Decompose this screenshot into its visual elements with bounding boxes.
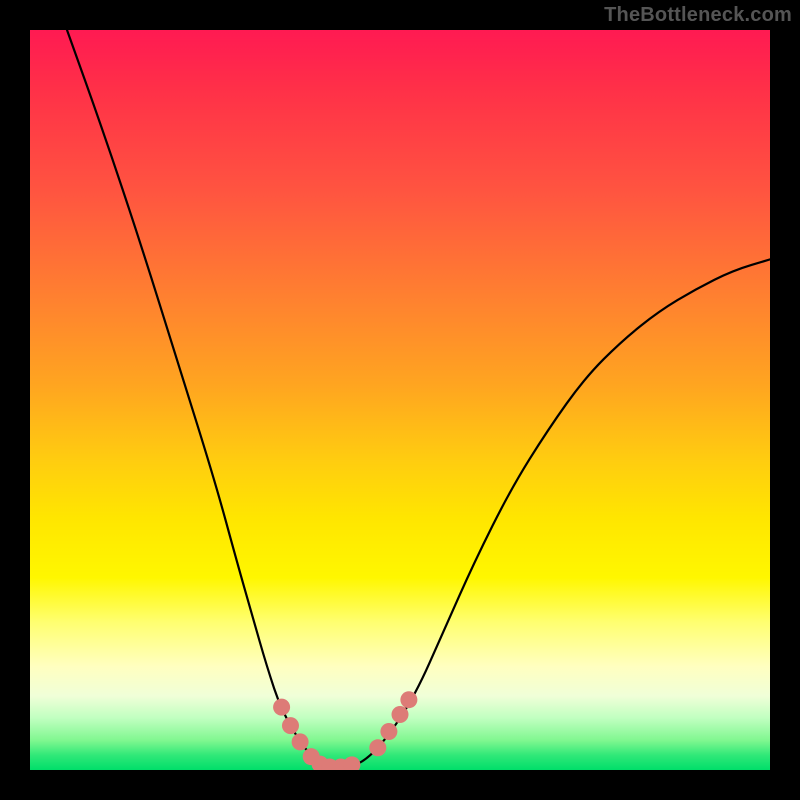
watermark-text: TheBottleneck.com — [604, 4, 792, 27]
valley-dot — [273, 699, 290, 716]
valley-dots-group — [273, 691, 417, 770]
valley-dot — [343, 756, 360, 770]
valley-dot — [282, 717, 299, 734]
valley-dot — [292, 733, 309, 750]
chart-frame — [30, 30, 770, 770]
valley-dot — [369, 739, 386, 756]
bottleneck-curve-svg — [30, 30, 770, 770]
bottleneck-curve-path — [67, 30, 770, 770]
valley-dot — [400, 691, 417, 708]
valley-dot — [392, 706, 409, 723]
valley-dot — [380, 723, 397, 740]
